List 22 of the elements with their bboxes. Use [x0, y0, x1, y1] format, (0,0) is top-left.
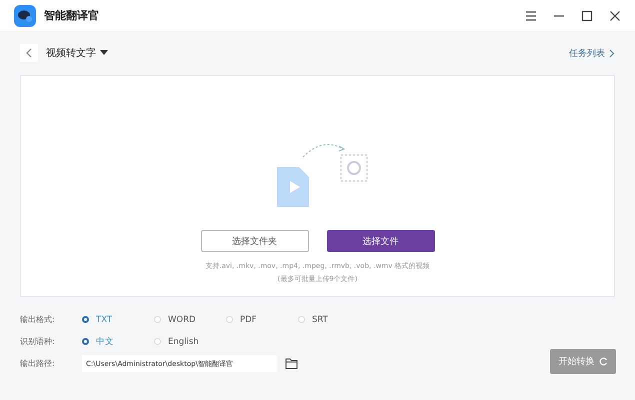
caret-icon — [100, 50, 108, 56]
maximize-icon[interactable] — [581, 10, 593, 22]
radio-option[interactable]: SRT — [298, 314, 370, 324]
back-button[interactable] — [20, 44, 38, 62]
radio-option[interactable]: English — [154, 336, 226, 346]
task-list-link[interactable]: 任务列表 — [569, 46, 615, 60]
radio-option[interactable]: PDF — [226, 314, 298, 324]
chevron-right-icon — [609, 48, 615, 58]
option-label: 识别语种: — [20, 336, 56, 347]
mode-dropdown[interactable]: 视频转文字 — [46, 46, 108, 60]
select-folder-button[interactable]: 选择文件夹 — [200, 230, 308, 252]
radio-option[interactable]: 中文 — [82, 336, 154, 348]
window-title: 智能翻译官 — [44, 8, 99, 23]
radio-option[interactable]: WORD — [154, 314, 226, 324]
app-logo-icon — [14, 4, 36, 26]
menu-icon[interactable] — [525, 10, 537, 22]
folder-icon[interactable] — [285, 358, 298, 369]
select-file-button[interactable]: 选择文件 — [326, 230, 434, 252]
option-label: 输出格式: — [20, 314, 56, 325]
option-label: 输出路径: — [20, 358, 56, 369]
refresh-icon — [598, 357, 608, 366]
close-icon[interactable] — [609, 10, 621, 22]
